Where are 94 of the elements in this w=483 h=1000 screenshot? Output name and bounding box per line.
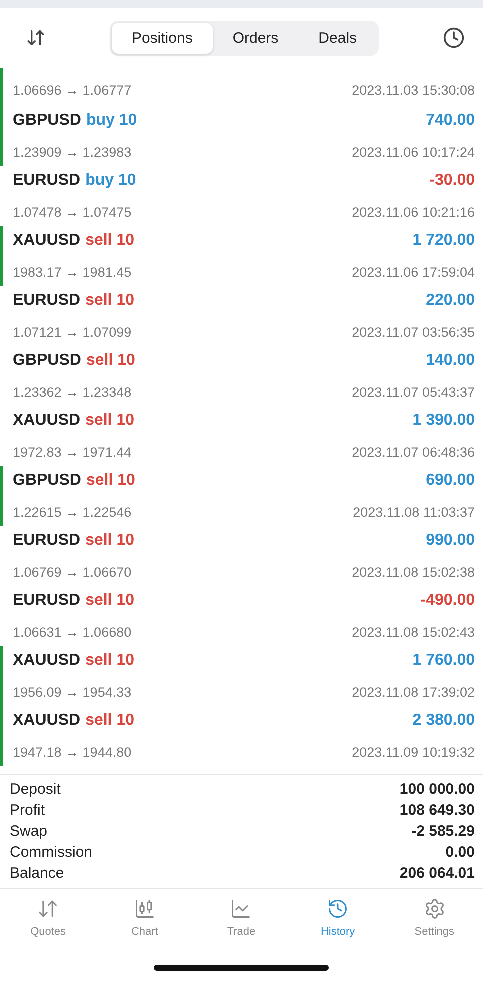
symbol: GBPUSD <box>13 472 82 490</box>
price-range: 1972.83 → 1971.44 <box>13 445 132 460</box>
price-range: 1.23909 → 1.23983 <box>13 145 132 160</box>
profit: -30.00 <box>430 172 475 190</box>
clock-icon[interactable] <box>442 27 465 49</box>
arrows-icon <box>37 898 60 920</box>
summary-label: Balance <box>10 865 64 882</box>
profit: 1 390.00 <box>412 412 475 430</box>
deal-row[interactable]: XAUUSD sell 10 1956.09 → 1954.33 1 760.00 2023.11.08 17:39:02 <box>0 646 483 706</box>
symbol: GBPUSD <box>13 112 82 130</box>
symbol: XAUUSD <box>13 412 81 430</box>
nav-tab[interactable]: Quotes <box>13 897 84 939</box>
nav-tab[interactable]: Chart <box>110 897 180 939</box>
profit: 990.00 <box>426 532 475 550</box>
price-range: 1.06769 → 1.06670 <box>13 565 132 580</box>
deal-time: 2023.11.08 15:02:43 <box>352 625 475 640</box>
profit: 2 380.00 <box>412 712 475 730</box>
profit: 140.00 <box>426 352 475 370</box>
sort-icon[interactable] <box>26 28 46 48</box>
deal-action: sell 10 <box>86 532 134 550</box>
deal-row[interactable]: XAUUSD sell 10 1947.18 → 1944.80 2 380.00 2023.11.09 10:19:32 <box>0 706 483 766</box>
tab[interactable]: Orders <box>212 22 299 54</box>
symbol: EURUSD <box>13 592 81 610</box>
price-range: 1.22615 → 1.22546 <box>13 505 132 520</box>
summary-label: Commission <box>10 844 93 861</box>
price-range: 1947.18 → 1944.80 <box>13 745 132 760</box>
symbol: EURUSD <box>13 292 81 310</box>
deal-row[interactable]: GBPUSD sell 10 1.22615 → 1.22546 690.00 2023.11.08 11:03:37 <box>0 466 483 526</box>
price-range: 1.06696 → 1.06777 <box>13 83 132 98</box>
deal-time: 2023.11.06 10:17:24 <box>352 145 475 160</box>
deal-action: sell 10 <box>86 232 134 250</box>
price-range: 1.07121 → 1.07099 <box>13 325 132 340</box>
deal-row[interactable]: XAUUSD sell 10 1983.17 → 1981.45 1 720.00 2023.11.06 17:59:04 <box>0 226 483 286</box>
symbol: GBPUSD <box>13 352 82 370</box>
deal-time: 2023.11.09 10:19:32 <box>352 745 475 760</box>
price-range: 1.23362 → 1.23348 <box>13 385 132 400</box>
deal-action: sell 10 <box>86 592 134 610</box>
deal-row[interactable]: EURUSD buy 10 1.07478 → 1.07475 -30.00 2023.11.06 10:21:16 <box>0 166 483 226</box>
symbol: EURUSD <box>13 172 81 190</box>
deal-action: sell 10 <box>86 472 136 490</box>
deal-action: buy 10 <box>86 172 136 190</box>
deal-time: 2023.11.07 06:48:36 <box>352 445 475 460</box>
summary-value: 100 000.00 <box>400 781 475 798</box>
price-range: 1.06631 → 1.06680 <box>13 625 132 640</box>
symbol: XAUUSD <box>13 232 81 250</box>
history-icon <box>327 898 350 920</box>
deal-row[interactable]: XAUUSD sell 10 1972.83 → 1971.44 1 390.00 2023.11.07 06:48:36 <box>0 406 483 466</box>
nav-tab[interactable]: Settings <box>400 897 470 939</box>
deal-row[interactable]: EURUSD sell 10 1.07121 → 1.07099 220.00 2023.11.07 03:56:35 <box>0 286 483 346</box>
summary-label: Deposit <box>10 781 61 798</box>
profit: 690.00 <box>426 472 475 490</box>
deal-time: 2023.11.08 17:39:02 <box>352 685 475 700</box>
price-range: 1956.09 → 1954.33 <box>13 685 132 700</box>
tab[interactable]: Positions <box>112 22 213 54</box>
deal-time: 2023.11.03 15:30:08 <box>352 83 475 98</box>
summary-value: 0.00 <box>446 844 475 861</box>
settings-icon <box>424 898 446 920</box>
profit: 1 720.00 <box>412 232 475 250</box>
deal-action: sell 10 <box>86 652 134 670</box>
deal-time: 2023.11.08 11:03:37 <box>353 505 475 520</box>
deal-action: sell 10 <box>86 412 134 430</box>
summary-value: -2 585.29 <box>412 823 475 840</box>
profit: 1 760.00 <box>412 652 475 670</box>
deal-row[interactable]: EURUSD sell 10 1.06769 → 1.06670 990.00 2023.11.08 15:02:38 <box>0 526 483 586</box>
nav-tab[interactable]: Trade <box>206 897 276 939</box>
summary-value: 108 649.30 <box>400 802 475 819</box>
deal-time: 2023.11.07 05:43:37 <box>352 385 475 400</box>
deal-time: 2023.11.07 03:56:35 <box>352 325 475 340</box>
profit: -490.00 <box>420 592 475 610</box>
tab[interactable]: Deals <box>298 22 378 54</box>
price-range: 1983.17 → 1981.45 <box>13 265 132 280</box>
candlestick-icon <box>134 898 156 920</box>
summary-label: Profit <box>10 802 46 819</box>
summary-label: Swap <box>10 823 48 840</box>
deal-time: 2023.11.08 15:02:38 <box>352 565 475 580</box>
profit: 740.00 <box>426 112 475 130</box>
symbol: XAUUSD <box>13 652 81 670</box>
nav-tab[interactable]: History <box>303 897 374 939</box>
deal-action: buy 10 <box>86 112 138 130</box>
deal-row[interactable]: GBPUSD buy 10 1.23909 → 1.23983 740.00 2023.11.06 10:17:24 <box>0 106 483 166</box>
deal-action: sell 10 <box>86 712 134 730</box>
deal-row[interactable]: EURUSD sell 10 1.06631 → 1.06680 -490.00 2023.11.08 15:02:43 <box>0 586 483 646</box>
summary-value: 206 064.01 <box>400 865 475 882</box>
price-range: 1.07478 → 1.07475 <box>13 205 132 220</box>
deal-row[interactable]: GBPUSD sell 10 1.23362 → 1.23348 140.00 2023.11.07 05:43:37 <box>0 346 483 406</box>
profit: 220.00 <box>426 292 475 310</box>
symbol: XAUUSD <box>13 712 81 730</box>
deal-time: 2023.11.06 17:59:04 <box>352 265 475 280</box>
deal-action: sell 10 <box>86 352 136 370</box>
line-chart-icon <box>230 898 252 920</box>
deal-time: 2023.11.06 10:21:16 <box>352 205 475 220</box>
symbol: EURUSD <box>13 532 81 550</box>
deal-row[interactable]: 1.06696 → 1.06777 2023.11.03 15:30:08 <box>0 68 483 106</box>
deal-action: sell 10 <box>86 292 134 310</box>
